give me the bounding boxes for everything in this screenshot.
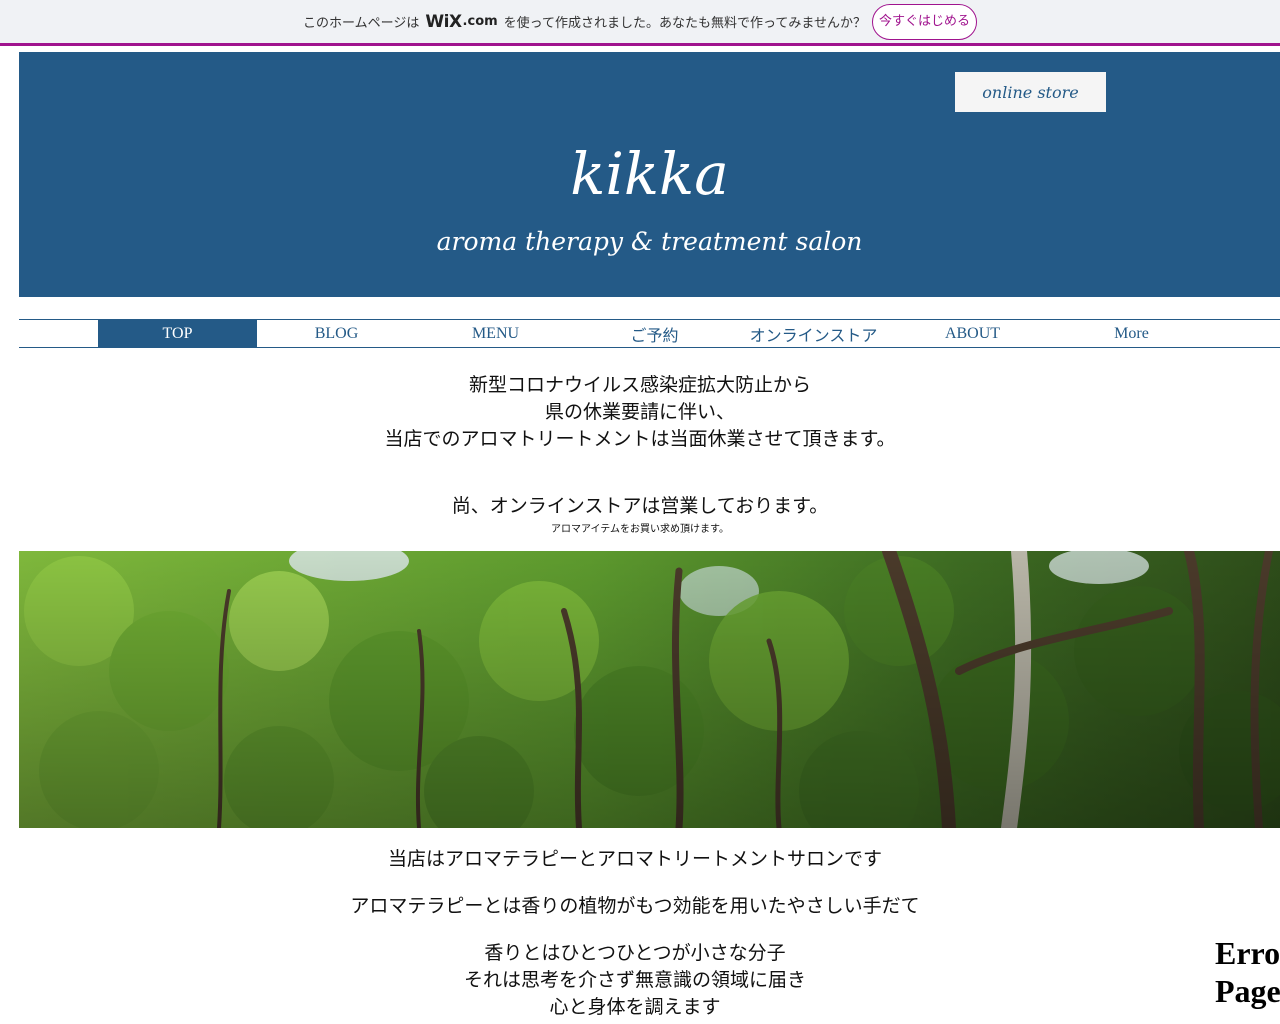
notice-line: 当店でのアロマトリートメントは当面休業させて頂きます。 bbox=[384, 428, 896, 450]
closure-notice: 新型コロナウイルス感染症拡大防止から 県の休業要請に伴い、 当店でのアロマトリー… bbox=[0, 372, 1280, 538]
intro-paragraph: 心と身体を調えます bbox=[549, 996, 721, 1018]
nav-item-top[interactable]: TOP bbox=[98, 320, 257, 347]
wix-promo-text-2: を使って作成されました。あなたも無料で作ってみませんか？ bbox=[503, 16, 866, 31]
forest-image bbox=[19, 551, 1280, 828]
intro-paragraph: 当店はアロマテラピーとアロマトリートメントサロンです bbox=[387, 848, 882, 870]
nav-item-menu[interactable]: MENU bbox=[416, 320, 575, 347]
error-text: Erro bbox=[1215, 935, 1280, 971]
nav-item-more[interactable]: More bbox=[1052, 320, 1211, 347]
nav-item-reservation[interactable]: ご予約 bbox=[575, 320, 734, 347]
notice-line: 県の休業要請に伴い、 bbox=[544, 401, 735, 423]
nav-item-blog[interactable]: BLOG bbox=[257, 320, 416, 347]
salon-intro: 当店はアロマテラピーとアロマトリートメントサロンです アロマテラピーとは香りの植… bbox=[0, 846, 1270, 1021]
notice-small-text: アロマアイテムをお買い求め頂けます。 bbox=[551, 524, 729, 535]
online-store-button[interactable]: online store bbox=[955, 72, 1106, 112]
wix-promo-text: このホームページは bbox=[303, 16, 420, 31]
site-tagline: aroma therapy & treatment salon bbox=[436, 227, 863, 256]
site-header: online store kikka aroma therapy & treat… bbox=[19, 52, 1280, 297]
start-now-button[interactable]: 今すぐはじめる bbox=[871, 3, 977, 40]
nav-item-about[interactable]: ABOUT bbox=[893, 320, 1052, 347]
error-page-fragment: Erro Page bbox=[1215, 934, 1280, 1010]
wix-promo-bar: このホームページは WiX .com を使って作成されました。あなたも無料で作っ… bbox=[0, 0, 1280, 46]
notice-line: 尚、オンラインストアは営業しております。 bbox=[451, 495, 829, 517]
notice-line: 新型コロナウイルス感染症拡大防止から bbox=[468, 374, 811, 396]
intro-paragraph: アロマテラピーとは香りの植物がもつ効能を用いたやさしい手だて bbox=[350, 895, 920, 917]
error-text: Page bbox=[1215, 973, 1280, 1009]
intro-paragraph: 香りとはひとつひとつが小さな分子 bbox=[484, 942, 786, 964]
site-title[interactable]: kikka bbox=[19, 134, 1280, 214]
wix-logo-suffix: .com bbox=[462, 14, 498, 29]
intro-paragraph: それは思考を介さず無意識の領域に届き bbox=[463, 969, 806, 991]
main-nav: TOP BLOG MENU ご予約 オンラインストア ABOUT More bbox=[19, 319, 1280, 348]
nav-item-online-store[interactable]: オンラインストア bbox=[734, 320, 893, 347]
wix-logo: WiX bbox=[425, 11, 462, 32]
